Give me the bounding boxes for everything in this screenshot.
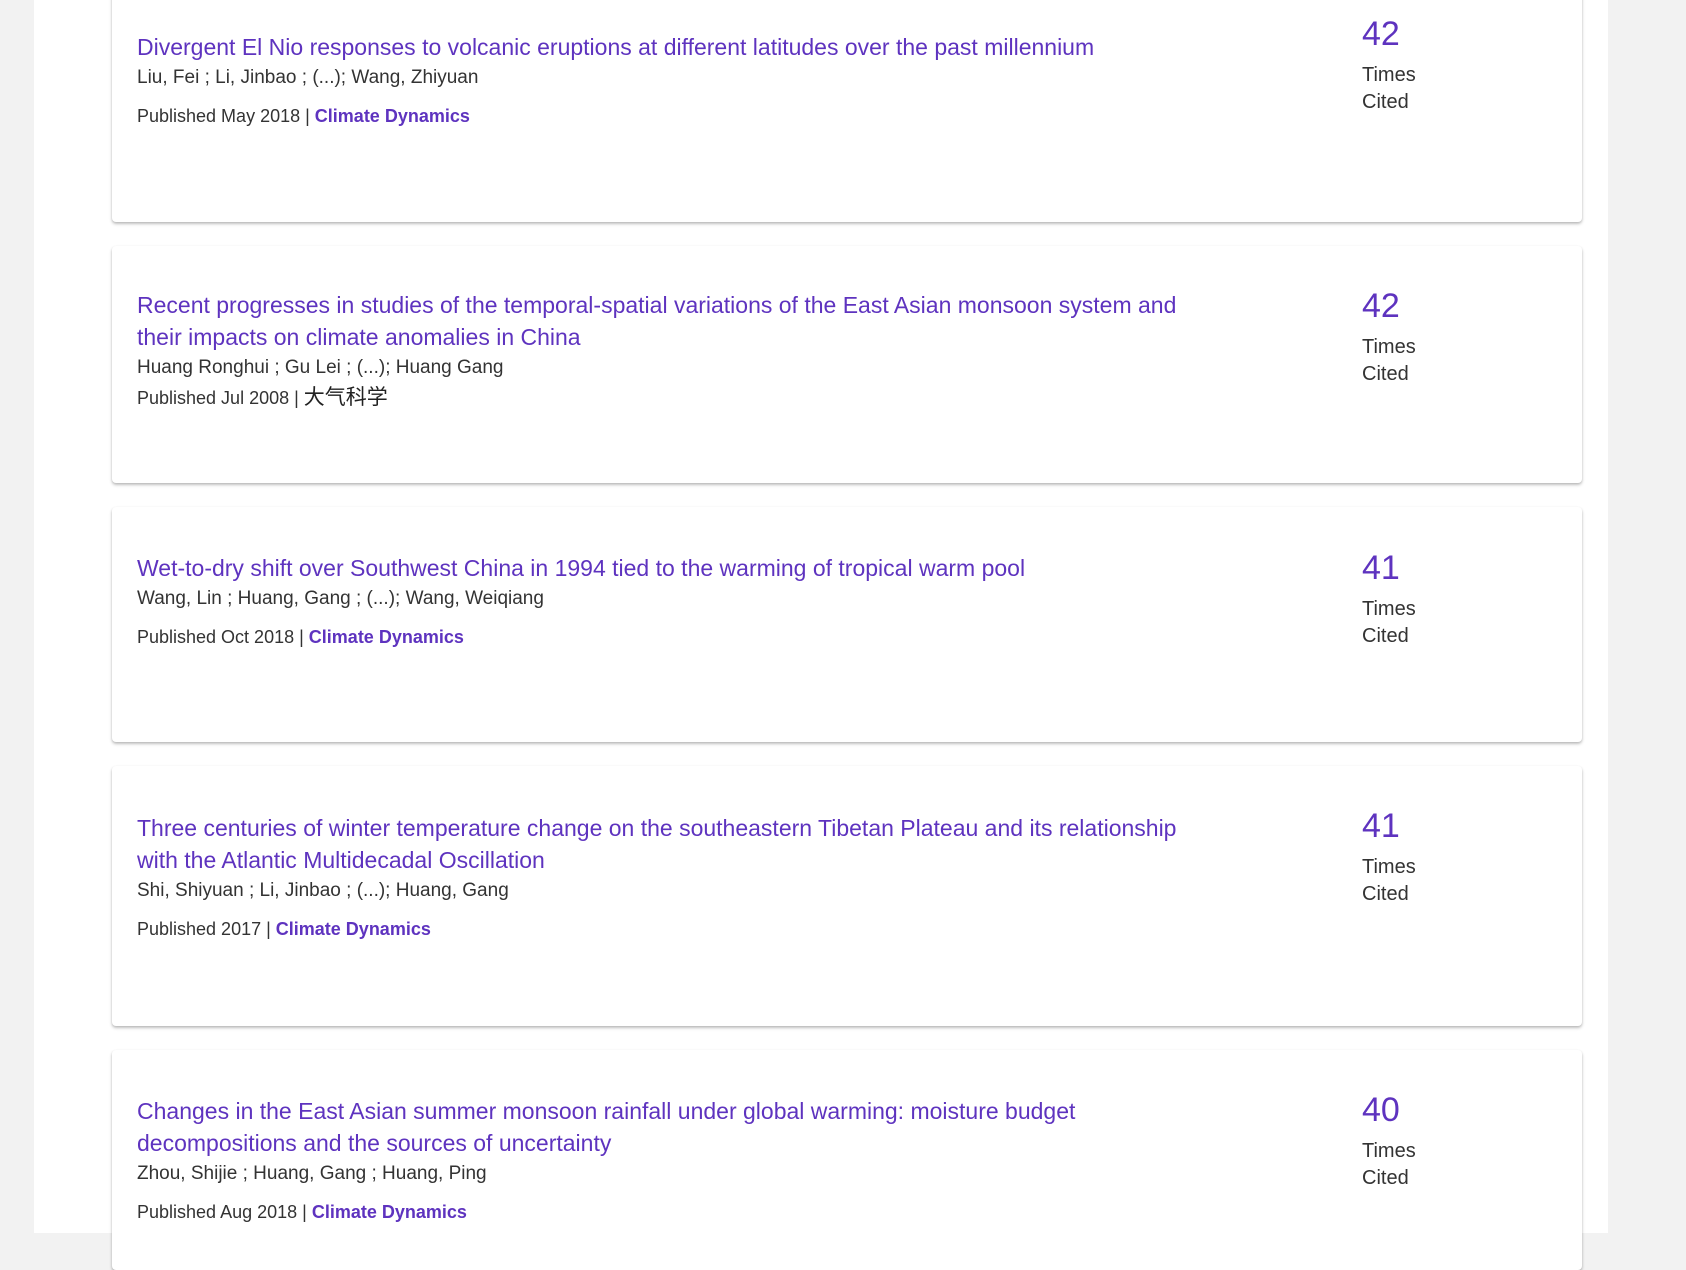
record-title-link[interactable]: Recent progresses in studies of the temp… <box>137 289 1217 353</box>
result-card: Three centuries of winter temperature ch… <box>112 766 1582 1026</box>
record-title-link[interactable]: Three centuries of winter temperature ch… <box>137 812 1217 876</box>
result-card: Changes in the East Asian summer monsoon… <box>112 1050 1582 1270</box>
journal-link[interactable]: Climate Dynamics <box>309 627 464 647</box>
times-cited-label: Times Cited <box>1362 336 1416 385</box>
times-cited-count[interactable]: 42 <box>1362 286 1502 326</box>
record-title-link[interactable]: Wet-to-dry shift over Southwest China in… <box>137 552 1217 584</box>
times-cited: 41 Times Cited <box>1362 806 1502 908</box>
record-publication-info: Published Jul 2008 | 大气科学 <box>137 383 1557 413</box>
result-card: Recent progresses in studies of the temp… <box>112 246 1582 483</box>
publication-date: Published Jul 2008 | <box>137 388 304 408</box>
times-cited: 42 Times Cited <box>1362 14 1502 116</box>
record-publication-info: Published Oct 2018 | Climate Dynamics <box>137 622 1557 652</box>
right-gutter <box>1608 0 1686 1233</box>
result-card: Wet-to-dry shift over Southwest China in… <box>112 507 1582 742</box>
result-card: Divergent El Nio responses to volcanic e… <box>112 0 1582 222</box>
journal-link[interactable]: Climate Dynamics <box>312 1202 467 1222</box>
publication-date: Published Oct 2018 | <box>137 627 309 647</box>
publication-date: Published 2017 | <box>137 919 276 939</box>
record-title-link[interactable]: Changes in the East Asian summer monsoon… <box>137 1095 1217 1159</box>
record-authors: Zhou, Shijie ; Huang, Gang ; Huang, Ping <box>137 1163 487 1184</box>
journal-link[interactable]: Climate Dynamics <box>276 919 431 939</box>
record-title-link[interactable]: Divergent El Nio responses to volcanic e… <box>137 31 1217 63</box>
times-cited-count[interactable]: 41 <box>1362 806 1502 846</box>
times-cited: 41 Times Cited <box>1362 548 1502 650</box>
times-cited-count[interactable]: 42 <box>1362 14 1502 54</box>
record-authors: Wang, Lin ; Huang, Gang ; (...); Wang, W… <box>137 588 544 609</box>
record-authors: Shi, Shiyuan ; Li, Jinbao ; (...); Huang… <box>137 880 509 901</box>
record-publication-info: Published Aug 2018 | Climate Dynamics <box>137 1197 1557 1227</box>
times-cited-label: Times Cited <box>1362 598 1416 647</box>
record-publication-info: Published 2017 | Climate Dynamics <box>137 914 1557 944</box>
journal-name: 大气科学 <box>303 386 388 409</box>
times-cited-label: Times Cited <box>1362 1140 1416 1189</box>
record-authors: Liu, Fei ; Li, Jinbao ; (...); Wang, Zhi… <box>137 67 479 88</box>
record-authors: Huang Ronghui ; Gu Lei ; (...); Huang Ga… <box>137 357 504 378</box>
times-cited: 42 Times Cited <box>1362 286 1502 388</box>
publication-date: Published Aug 2018 | <box>137 1202 312 1222</box>
times-cited-count[interactable]: 41 <box>1362 548 1502 588</box>
times-cited-label: Times Cited <box>1362 856 1416 905</box>
journal-link[interactable]: Climate Dynamics <box>315 106 470 126</box>
publication-date: Published May 2018 | <box>137 106 315 126</box>
times-cited: 40 Times Cited <box>1362 1090 1502 1192</box>
results-panel: Divergent El Nio responses to volcanic e… <box>34 0 1608 1270</box>
record-publication-info: Published May 2018 | Climate Dynamics <box>137 101 1557 131</box>
times-cited-count[interactable]: 40 <box>1362 1090 1502 1130</box>
times-cited-label: Times Cited <box>1362 64 1416 113</box>
